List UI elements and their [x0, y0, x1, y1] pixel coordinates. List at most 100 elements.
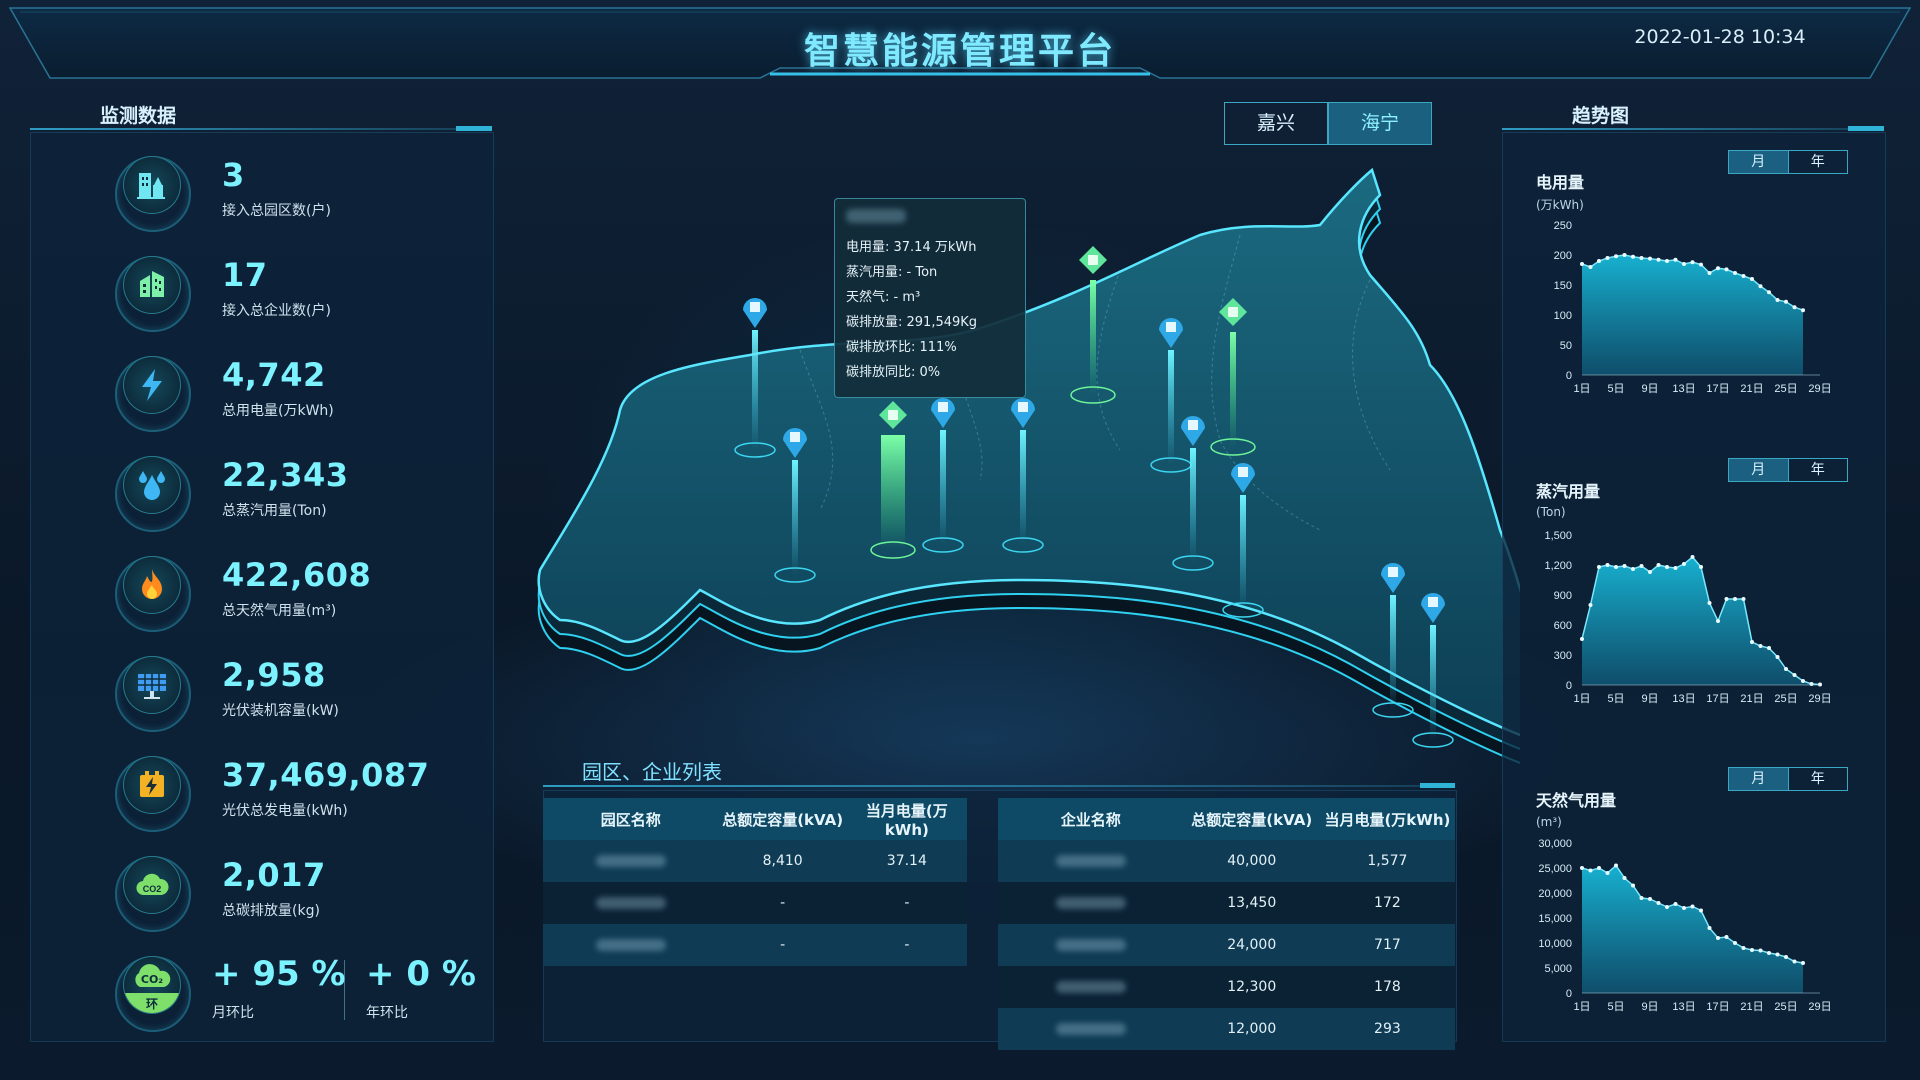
- metric-value: 22,343: [222, 456, 349, 494]
- data-point: [1648, 897, 1652, 901]
- left-panel-title: 监测数据: [100, 105, 177, 127]
- data-point: [1605, 256, 1610, 260]
- x-tick-label: 21日: [1740, 693, 1763, 705]
- enterprise-name-cell: [998, 924, 1184, 966]
- data-point: [1733, 941, 1737, 945]
- y-tick-label: 1,200: [1544, 560, 1572, 572]
- data-point: [1716, 619, 1720, 623]
- co2-ratio-icon: CO₂ 环: [123, 956, 181, 1014]
- tooltip-blurred-name: [846, 209, 906, 223]
- data-point: [1588, 868, 1593, 873]
- data-point: [1639, 256, 1644, 260]
- data-point: [1656, 257, 1661, 262]
- right-panel-tab-marker: [1848, 126, 1884, 131]
- metric-pv-capacity: 2,958 光伏装机容量(kW): [115, 648, 495, 744]
- year-button[interactable]: 年: [1787, 151, 1848, 173]
- table-row[interactable]: 24,000 717: [998, 924, 1455, 966]
- x-tick-label: 9日: [1641, 693, 1658, 705]
- data-point: [1767, 646, 1771, 650]
- data-point: [1792, 673, 1797, 677]
- x-tick-label: 1日: [1573, 693, 1590, 705]
- data-point: [1622, 253, 1627, 257]
- month-button[interactable]: 月: [1729, 459, 1788, 481]
- table-row[interactable]: 13,450 172: [998, 882, 1455, 924]
- capacity-cell: -: [718, 882, 847, 924]
- period-toggle[interactable]: 月 年: [1728, 458, 1848, 482]
- power-cell: 717: [1319, 924, 1455, 966]
- x-tick-label: 5日: [1607, 383, 1624, 395]
- co2-cloud-icon: CO2: [123, 856, 181, 914]
- data-point: [1741, 597, 1746, 601]
- data-point: [1767, 290, 1771, 295]
- data-point: [1648, 256, 1652, 261]
- power-cell: 178: [1319, 966, 1455, 1008]
- data-point: [1750, 277, 1754, 281]
- tooltip-line: 电用量: 37.14 万kWh: [846, 240, 977, 255]
- data-point: [1648, 570, 1652, 574]
- data-point: [1665, 565, 1669, 569]
- y-tick-label: 0: [1566, 370, 1572, 382]
- city-button-haining[interactable]: 海宁: [1328, 102, 1432, 145]
- metric-pv-generation: 37,469,087 光伏总发电量(kWh): [115, 748, 495, 844]
- chart-unit: (m³): [1536, 815, 1562, 829]
- year-ratio-label: 年环比: [366, 1005, 408, 1021]
- chart-unit: (万kWh): [1536, 198, 1584, 212]
- year-button[interactable]: 年: [1787, 768, 1848, 790]
- data-point: [1775, 655, 1780, 659]
- table-row[interactable]: 8,410 37.14: [543, 840, 967, 882]
- table-row[interactable]: - -: [543, 882, 967, 924]
- x-tick-label: 13日: [1672, 1001, 1695, 1013]
- data-point: [1707, 271, 1712, 275]
- month-button[interactable]: 月: [1729, 768, 1788, 790]
- x-tick-label: 25日: [1774, 1001, 1797, 1013]
- enterprise-name-cell: [998, 840, 1184, 882]
- data-point: [1656, 901, 1661, 905]
- metric-label: 总碳排放量(kg): [222, 903, 320, 919]
- year-button[interactable]: 年: [1787, 459, 1848, 481]
- data-point: [1792, 959, 1797, 964]
- data-point: [1707, 601, 1712, 605]
- x-tick-label: 25日: [1774, 383, 1797, 395]
- data-point: [1622, 564, 1627, 568]
- data-point: [1656, 563, 1661, 567]
- period-toggle[interactable]: 月 年: [1728, 767, 1848, 791]
- data-point: [1580, 866, 1584, 870]
- period-toggle[interactable]: 月 年: [1728, 150, 1848, 174]
- table-row[interactable]: 12,000 293: [998, 1008, 1455, 1050]
- table-row[interactable]: 12,300 178: [998, 966, 1455, 1008]
- enterprise-name-cell: [998, 1008, 1184, 1050]
- capacity-cell: 12,300: [1183, 966, 1320, 1008]
- x-tick-label: 29日: [1808, 693, 1831, 705]
- city-button-jiaxing[interactable]: 嘉兴: [1224, 102, 1328, 145]
- power-cell: -: [846, 924, 967, 966]
- data-point: [1605, 871, 1610, 875]
- x-tick-label: 29日: [1808, 383, 1831, 395]
- data-point: [1614, 565, 1618, 569]
- data-point: [1639, 896, 1644, 900]
- y-tick-label: 150: [1554, 280, 1572, 292]
- metric-value: 2,017: [222, 856, 326, 894]
- month-button[interactable]: 月: [1729, 151, 1788, 173]
- area-fill: [1582, 255, 1803, 375]
- y-tick-label: 0: [1566, 988, 1572, 1000]
- table-row[interactable]: - -: [543, 924, 967, 966]
- data-point: [1699, 908, 1703, 913]
- data-point: [1699, 565, 1703, 569]
- enterprise-name-cell: [998, 966, 1184, 1008]
- chart-title-steam: 蒸汽用量: [1536, 482, 1601, 501]
- data-point: [1622, 876, 1627, 880]
- list-title: 园区、企业列表: [582, 760, 722, 784]
- list-tab-marker: [1420, 783, 1455, 788]
- y-tick-label: 0: [1566, 680, 1572, 692]
- data-point: [1639, 564, 1644, 568]
- metric-label: 总蒸汽用量(Ton): [222, 503, 327, 519]
- y-tick-label: 20,000: [1538, 888, 1572, 900]
- data-point: [1750, 640, 1754, 644]
- tooltip-line: 天然气: - m³: [846, 290, 921, 305]
- table-row[interactable]: 40,000 1,577: [998, 840, 1455, 882]
- metric-label: 光伏装机容量(kW): [222, 703, 339, 719]
- data-point: [1801, 679, 1805, 683]
- tooltip-line: 蒸汽用量: - Ton: [846, 265, 938, 280]
- right-panel-divider: [1502, 128, 1884, 130]
- data-point: [1775, 952, 1780, 957]
